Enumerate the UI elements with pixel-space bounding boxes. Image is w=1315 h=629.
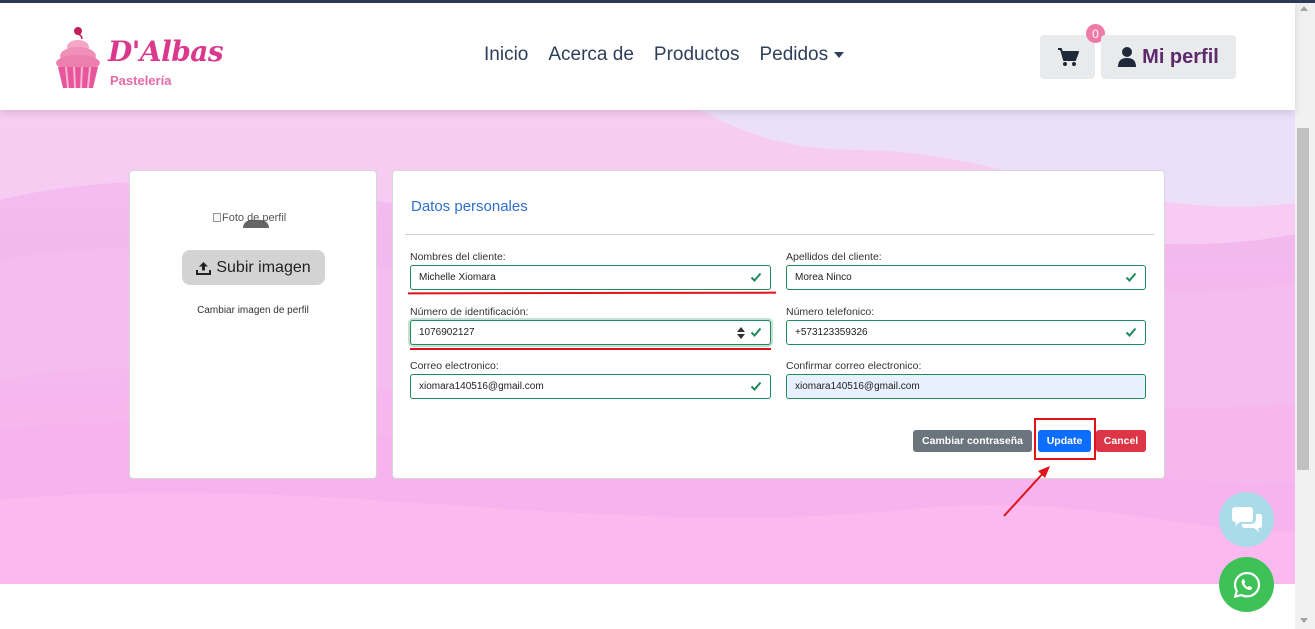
brand-name: D'Albas [108,35,224,68]
first-name-label: Nombres del cliente: [410,251,506,263]
annotation-highlight-box [1034,418,1096,460]
cart-button[interactable] [1040,35,1095,79]
shopping-cart-icon [1057,48,1079,66]
section-divider [405,234,1154,235]
phone-value: +573123359326 [795,327,868,338]
main-nav: Inicio Acerca de Productos Pedidos [484,44,864,66]
phone-label: Número telefonico: [786,306,875,318]
id-number-input[interactable]: 1076902127 [410,320,771,345]
brand-logo[interactable]: D'Albas Pastelería [52,25,224,93]
last-name-label: Apellidos del cliente: [786,251,882,263]
cancel-button[interactable]: Cancel [1096,430,1146,452]
email-confirm-value: xiomara140516@gmail.com [795,381,920,392]
check-icon [750,272,762,282]
first-name-value: Michelle Xiomara [419,272,496,283]
nav-item-productos[interactable]: Productos [654,44,740,66]
change-password-button[interactable]: Cambiar contraseña [913,430,1032,452]
user-icon [1118,47,1137,67]
phone-input[interactable]: +573123359326 [786,320,1146,345]
first-name-input[interactable]: Michelle Xiomara [410,265,771,290]
nav-item-inicio[interactable]: Inicio [484,44,528,66]
site-header: D'Albas Pastelería Inicio Acerca de Prod… [0,3,1295,110]
whatsapp-icon [1233,571,1260,598]
check-icon [750,381,762,391]
profile-button[interactable]: Mi perfil [1101,35,1236,79]
id-number-label: Número de identificación: [410,306,529,318]
broken-image-icon [213,213,221,222]
upload-image-label: Subir imagen [216,258,311,276]
scroll-up-arrow-icon[interactable] [1300,6,1308,11]
email-label: Correo electronico: [410,360,499,372]
email-confirm-input[interactable]: xiomara140516@gmail.com [786,374,1146,399]
chat-bubbles-icon [1231,506,1262,532]
caret-down-icon [834,51,845,58]
email-value: xiomara140516@gmail.com [419,381,544,392]
scroll-down-arrow-icon[interactable] [1300,618,1308,623]
whatsapp-button[interactable] [1219,557,1274,612]
change-photo-text: Cambiar imagen de perfil [197,305,309,316]
scrollbar-thumb[interactable] [1297,128,1309,470]
annotation-arrow-icon [1003,466,1050,517]
nav-item-acerca[interactable]: Acerca de [548,44,634,66]
profile-photo: Foto de perfil [213,212,286,224]
id-number-value: 1076902127 [419,327,475,338]
upload-image-button[interactable]: Subir imagen [182,250,325,285]
window-top-border [0,0,1315,3]
annotation-underline [410,348,771,350]
email-confirm-label: Confirmar correo electronico: [786,360,922,372]
last-name-input[interactable]: Morea Ninco [786,265,1146,290]
email-input[interactable]: xiomara140516@gmail.com [410,374,771,399]
profile-label: Mi perfil [1142,45,1219,68]
nav-dropdown-pedidos[interactable]: Pedidos [759,44,845,66]
last-name-value: Morea Ninco [795,272,852,283]
nav-dropdown-label: Pedidos [759,44,829,65]
check-icon [1125,272,1137,282]
brand-subtitle: Pastelería [110,73,172,88]
upload-icon [196,261,212,275]
number-spinner-icon[interactable] [736,326,746,340]
check-icon [750,327,762,337]
check-icon [1125,327,1137,337]
section-title: Datos personales [411,198,528,215]
cupcake-icon [56,27,100,89]
profile-photo-alt: Foto de perfil [222,212,287,224]
chat-button[interactable] [1219,492,1274,547]
